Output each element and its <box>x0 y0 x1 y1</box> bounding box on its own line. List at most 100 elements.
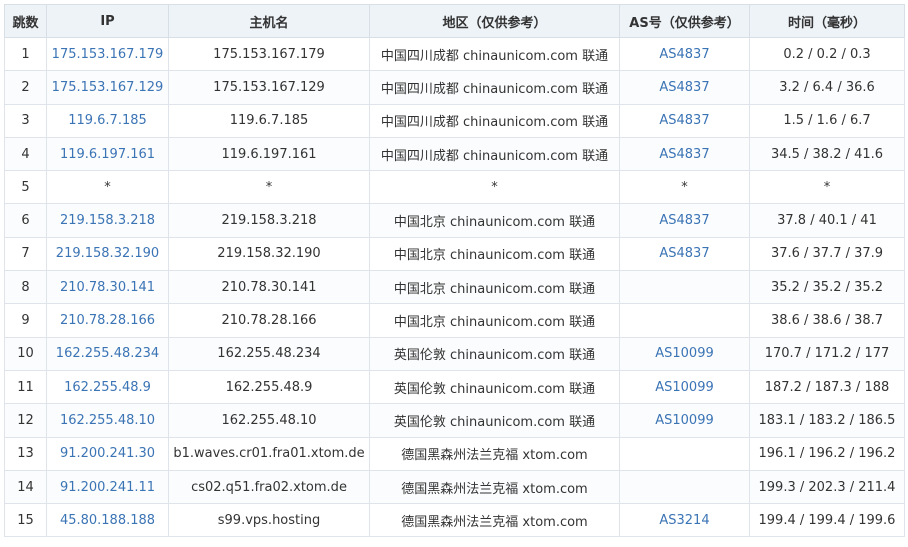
as-number-cell <box>619 436 750 471</box>
ip-cell: 175.153.167.129 <box>46 70 169 105</box>
latency-cell: 37.6 / 37.7 / 37.9 <box>749 236 905 272</box>
ip-cell: 175.153.167.179 <box>46 36 169 72</box>
as-number-link[interactable]: AS4837 <box>659 213 709 228</box>
as-number-cell: AS4837 <box>619 136 750 172</box>
region-cell: 英国伦敦 chinaunicom.com 联通 <box>393 414 596 430</box>
hostname-cell: s99.vps.hosting <box>168 503 370 538</box>
latency-cell: 183.1 / 183.2 / 186.5 <box>758 412 896 428</box>
hostname-cell: * <box>168 170 370 205</box>
as-number-cell: AS10099 <box>619 369 750 405</box>
region-cell: 中国北京 chinaunicom.com 联通 <box>369 270 620 305</box>
hop-number-cell: 3 <box>4 103 47 138</box>
hop-number-cell: 1 <box>21 46 30 62</box>
as-number-link[interactable]: AS10099 <box>655 346 714 361</box>
as-number-cell: AS4837 <box>619 236 750 272</box>
region-cell: 中国四川成都 chinaunicom.com 联通 <box>380 148 609 164</box>
ip-link[interactable]: 91.200.241.30 <box>60 446 155 461</box>
ip-cell: 162.255.48.234 <box>46 336 169 371</box>
ip-link[interactable]: 175.153.167.179 <box>52 47 164 62</box>
table-row: 3 119.6.7.185 119.6.7.185 中国四川成都 chinaunico… <box>4 103 905 138</box>
ip-cell: 162.255.48.10 <box>46 403 169 438</box>
as-number-link[interactable]: AS3214 <box>659 513 709 528</box>
hostname-cell: 210.78.30.141 <box>168 270 370 305</box>
as-number-link[interactable]: AS10099 <box>655 413 714 428</box>
as-number-link[interactable]: AS4837 <box>659 113 709 128</box>
as-number-cell: AS4837 <box>619 70 750 105</box>
region-cell: 中国四川成都 chinaunicom.com 联通 <box>380 81 609 97</box>
latency-cell: 187.2 / 187.3 / 188 <box>749 369 905 405</box>
ip-link[interactable]: 162.255.48.9 <box>64 380 151 395</box>
header-time: 时间（毫秒） <box>749 4 905 38</box>
as-number-link[interactable]: AS4837 <box>659 80 709 95</box>
hostname-cell: 162.255.48.10 <box>168 403 370 438</box>
region-cell: 英国伦敦 chinaunicom.com 联通 <box>369 369 620 405</box>
region-cell: 中国四川成都 chinaunicom.com 联通 <box>369 103 620 138</box>
ip-link[interactable]: 162.255.48.234 <box>56 346 159 361</box>
ip-link[interactable]: 219.158.32.190 <box>56 246 159 261</box>
hop-number-cell: 3 <box>21 113 30 129</box>
hostname-cell: 119.6.197.161 <box>221 146 317 162</box>
latency-cell: 196.1 / 196.2 / 196.2 <box>749 436 905 471</box>
as-number-cell: AS4837 <box>619 203 750 238</box>
hop-number-cell: 15 <box>17 512 34 528</box>
as-number-link[interactable]: AS4837 <box>659 47 709 62</box>
ip-link[interactable]: 175.153.167.129 <box>52 80 164 95</box>
table-row: 13 91.200.241.30 b1.waves.cr01.fra01.xtom.… <box>4 436 905 471</box>
as-number-cell: AS10099 <box>619 336 750 371</box>
region-cell: 中国北京 chinaunicom.com 联通 <box>393 215 596 231</box>
latency-cell: 1.5 / 1.6 / 6.7 <box>749 103 905 138</box>
hop-number-cell: 8 <box>21 279 30 295</box>
ip-link[interactable]: 119.6.7.185 <box>68 113 147 128</box>
hop-number-cell: 14 <box>17 479 34 495</box>
latency-cell: 37.6 / 37.7 / 37.9 <box>770 246 884 262</box>
region-cell: * <box>491 179 498 195</box>
latency-cell: 187.2 / 187.3 / 188 <box>764 379 890 395</box>
table-row: 12 162.255.48.10 162.255.48.10 英国伦敦 chinaun… <box>4 403 905 438</box>
region-cell: 中国四川成都 chinaunicom.com 联通 <box>369 70 620 105</box>
hostname-cell: 219.158.3.218 <box>168 203 370 238</box>
region-cell: 中国北京 chinaunicom.com 联通 <box>369 236 620 272</box>
hop-number-cell: 4 <box>4 136 47 172</box>
latency-cell: 37.8 / 40.1 / 41 <box>777 213 877 229</box>
latency-cell: 3.2 / 6.4 / 36.6 <box>749 70 905 105</box>
ip-cell: * <box>46 170 169 205</box>
hop-number-cell: 7 <box>21 246 30 262</box>
as-number-link[interactable]: AS10099 <box>655 380 714 395</box>
ip-cell: 119.6.197.161 <box>46 136 169 172</box>
as-number-cell: AS4837 <box>619 36 750 72</box>
region-cell: 中国四川成都 chinaunicom.com 联通 <box>380 48 609 64</box>
ip-link[interactable]: 45.80.188.188 <box>60 513 155 528</box>
hostname-cell: cs02.q51.fra02.xtom.de <box>168 469 370 505</box>
hostname-cell: b1.waves.cr01.fra01.xtom.de <box>173 446 365 462</box>
latency-cell: 183.1 / 183.2 / 186.5 <box>749 403 905 438</box>
hostname-cell: 175.153.167.179 <box>213 46 325 62</box>
table-row: 15 45.80.188.188 s99.vps.hosting 德国黑森州法兰克福 … <box>4 503 905 538</box>
ip-link[interactable]: 119.6.197.161 <box>60 147 155 162</box>
as-number-link[interactable]: AS4837 <box>659 246 709 261</box>
region-cell: 英国伦敦 chinaunicom.com 联通 <box>369 403 620 438</box>
table-row: 9 210.78.28.166 210.78.28.166 中国北京 chinauni… <box>4 303 905 338</box>
ip-link[interactable]: 210.78.30.141 <box>60 280 155 295</box>
as-number-cell <box>619 270 750 305</box>
latency-cell: 38.6 / 38.6 / 38.7 <box>770 313 884 329</box>
latency-cell: 1.5 / 1.6 / 6.7 <box>783 113 871 129</box>
region-cell: 德国黑森州法兰克福 xtom.com <box>401 481 588 497</box>
header-hop: 跳数 <box>4 4 47 38</box>
ip-link[interactable]: 210.78.28.166 <box>60 313 155 328</box>
hostname-cell: 119.6.197.161 <box>168 136 370 172</box>
latency-cell: 35.2 / 35.2 / 35.2 <box>770 279 884 295</box>
hostname-cell: * <box>265 179 273 195</box>
ip-link[interactable]: 91.200.241.11 <box>60 480 155 495</box>
hop-number-cell: 5 <box>21 179 30 195</box>
ip-cell: 219.158.32.190 <box>46 236 169 272</box>
hostname-cell: 162.255.48.234 <box>217 346 321 362</box>
as-number-link[interactable]: AS4837 <box>659 147 709 162</box>
ip-cell: 162.255.48.9 <box>46 369 169 405</box>
ip-cell: 45.80.188.188 <box>46 503 169 538</box>
as-number-cell <box>619 303 750 338</box>
ip-link[interactable]: 162.255.48.10 <box>60 413 155 428</box>
as-number-cell: AS3214 <box>619 503 750 538</box>
hostname-cell: b1.waves.cr01.fra01.xtom.de <box>168 436 370 471</box>
region-cell: 德国黑森州法兰克福 xtom.com <box>401 514 588 530</box>
ip-link[interactable]: 219.158.3.218 <box>60 213 155 228</box>
